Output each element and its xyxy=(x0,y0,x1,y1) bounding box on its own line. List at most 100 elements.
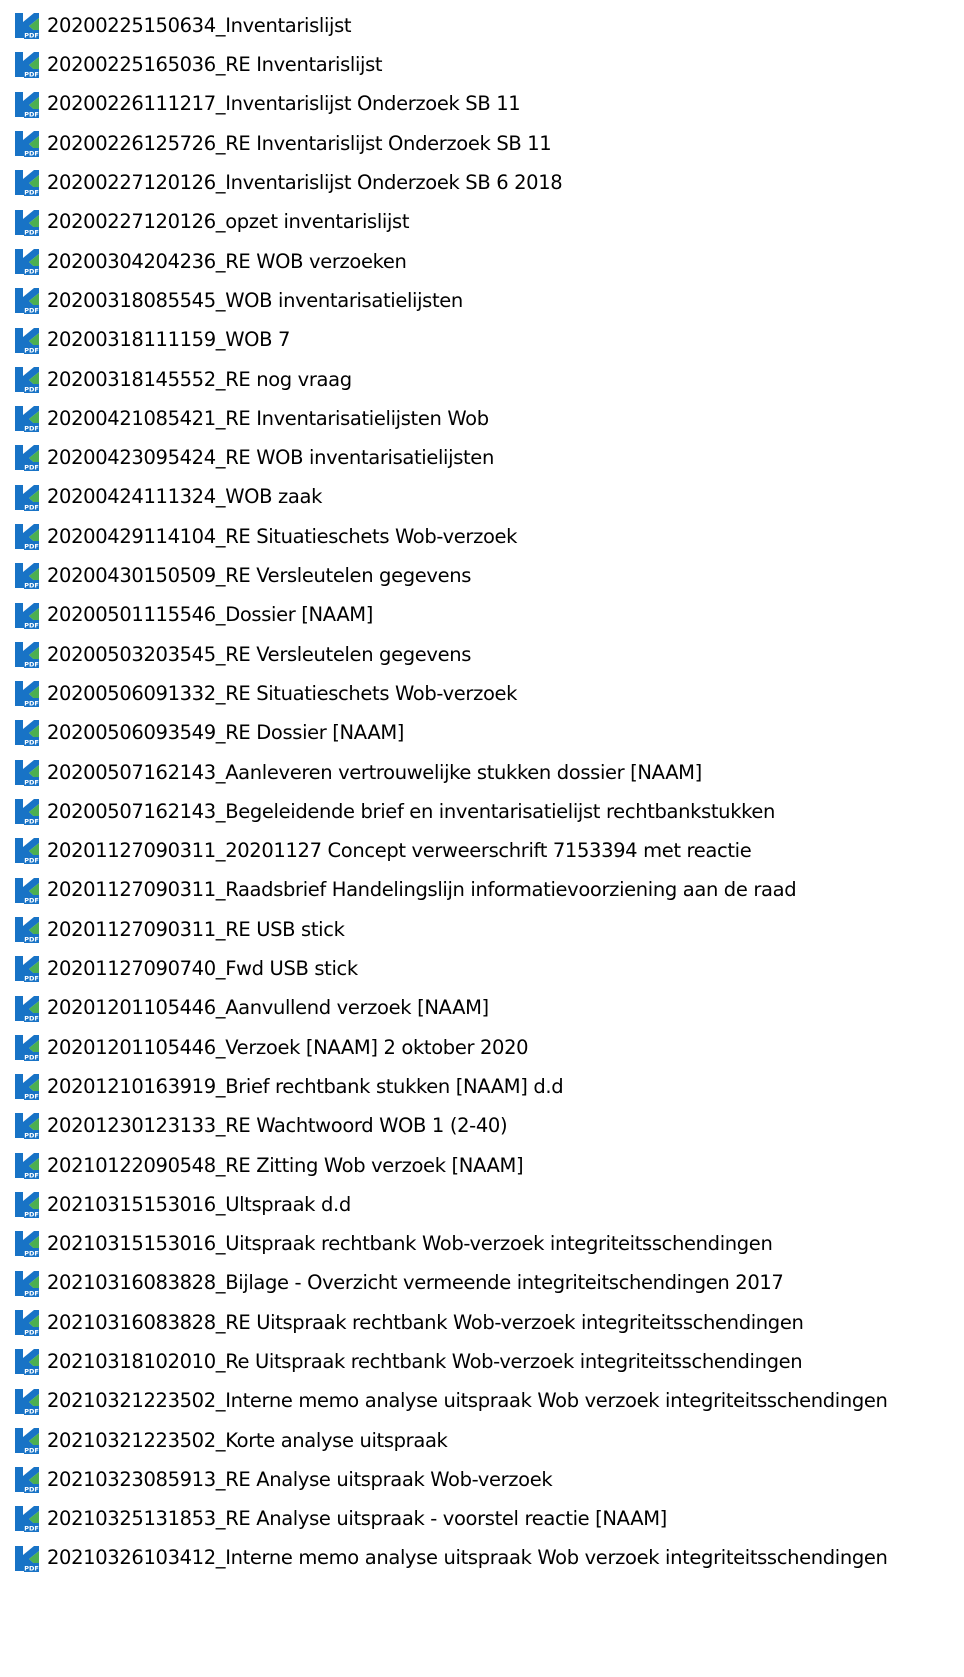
svg-text:PDF: PDF xyxy=(24,1368,39,1376)
file-name: 20210321223502_Korte analyse uitspraak xyxy=(47,1428,448,1452)
file-list-item[interactable]: PDF 20200429114104_RE Situatieschets Wob… xyxy=(0,517,964,556)
file-name: 20200318085545_WOB inventarisatielijsten xyxy=(47,288,463,312)
pdf-file-icon: PDF xyxy=(12,364,41,394)
file-name: 20200503203545_RE Versleutelen gegevens xyxy=(47,642,472,666)
file-name: 20210321223502_Interne memo analyse uits… xyxy=(47,1389,888,1413)
pdf-file-icon: PDF xyxy=(12,11,41,41)
pdf-file-icon: PDF xyxy=(12,1465,41,1495)
file-list-item[interactable]: PDF 20200424111324_WOB zaak xyxy=(0,478,964,517)
file-name: 20200304204236_RE WOB verzoeken xyxy=(47,249,407,273)
file-list-item[interactable]: PDF 20200318085545_WOB inventarisatielij… xyxy=(0,281,964,320)
file-list-item[interactable]: PDF 20210321223502_Korte analyse uitspra… xyxy=(0,1421,964,1460)
file-name: 20210325131853_RE Analyse uitspraak - vo… xyxy=(47,1507,667,1531)
file-name: 20201201105446_Verzoek [NAAM] 2 oktober … xyxy=(47,1035,529,1059)
pdf-file-icon: PDF xyxy=(12,50,41,80)
file-list-item[interactable]: PDF 20200430150509_RE Versleutelen gegev… xyxy=(0,556,964,595)
file-list-item[interactable]: PDF 20210315153016_Uitspraak rechtbank W… xyxy=(0,1224,964,1263)
file-list-item[interactable]: PDF 20200227120126_opzet inventarislijst xyxy=(0,202,964,241)
file-list-item[interactable]: PDF 20201127090311_Raadsbrief Handelings… xyxy=(0,871,964,910)
file-list-item[interactable]: PDF 20201127090311_RE USB stick xyxy=(0,910,964,949)
file-list-item[interactable]: PDF 20200304204236_RE WOB verzoeken xyxy=(0,242,964,281)
file-list-item[interactable]: PDF 20200318145552_RE nog vraag xyxy=(0,360,964,399)
file-name: 20210326103412_Interne memo analyse uits… xyxy=(47,1546,888,1570)
svg-text:PDF: PDF xyxy=(24,1446,39,1454)
file-list-item[interactable]: PDF 20200423095424_RE WOB inventarisatie… xyxy=(0,438,964,477)
svg-text:PDF: PDF xyxy=(24,857,39,865)
pdf-file-icon: PDF xyxy=(12,89,41,119)
svg-text:PDF: PDF xyxy=(24,896,39,904)
file-name: 20200423095424_RE WOB inventarisatielijs… xyxy=(47,446,494,470)
file-name: 20200225165036_RE Inventarislijst xyxy=(47,53,383,77)
file-list-item[interactable]: PDF 20200506091332_RE Situatieschets Wob… xyxy=(0,674,964,713)
pdf-file-icon: PDF xyxy=(12,875,41,905)
svg-text:PDF: PDF xyxy=(24,1407,39,1415)
pdf-file-icon: PDF xyxy=(12,1111,41,1141)
file-list-item[interactable]: PDF 20200226111217_Inventarislijst Onder… xyxy=(0,85,964,124)
file-list-item[interactable]: PDF 20210122090548_RE Zitting Wob verzoe… xyxy=(0,1146,964,1185)
pdf-file-icon: PDF xyxy=(12,286,41,316)
file-list-item[interactable]: PDF 20201230123133_RE Wachtwoord WOB 1 (… xyxy=(0,1106,964,1145)
file-list-item[interactable]: PDF 20201201105446_Verzoek [NAAM] 2 okto… xyxy=(0,1028,964,1067)
file-name: 20210315153016_Ultspraak d.d xyxy=(47,1192,351,1216)
svg-text:PDF: PDF xyxy=(24,307,39,315)
file-name: 20200421085421_RE Inventarisatielijsten … xyxy=(47,406,489,430)
file-name: 20201127090311_Raadsbrief Handelingslijn… xyxy=(47,878,797,902)
file-list-item[interactable]: PDF 20200318111159_WOB 7 xyxy=(0,320,964,359)
file-list-item[interactable]: PDF 20200226125726_RE Inventarislijst On… xyxy=(0,124,964,163)
file-name: 20210318102010_Re Uitspraak rechtbank Wo… xyxy=(47,1349,803,1373)
file-name: 20200226125726_RE Inventarislijst Onderz… xyxy=(47,131,552,155)
pdf-file-icon: PDF xyxy=(12,836,41,866)
file-list-item[interactable]: PDF 20200227120126_Inventarislijst Onder… xyxy=(0,163,964,202)
file-list-item[interactable]: PDF 20200501115546_Dossier [NAAM] xyxy=(0,595,964,634)
pdf-file-icon: PDF xyxy=(12,1229,41,1259)
file-name: 20200227120126_Inventarislijst Onderzoek… xyxy=(47,171,563,195)
file-list-item[interactable]: PDF 20201127090740_Fwd USB stick xyxy=(0,949,964,988)
pdf-file-icon: PDF xyxy=(12,1504,41,1534)
file-name: 20200429114104_RE Situatieschets Wob-ver… xyxy=(47,524,518,548)
file-list-item[interactable]: PDF 20210321223502_Interne memo analyse … xyxy=(0,1381,964,1420)
file-name: 20200424111324_WOB zaak xyxy=(47,485,323,509)
file-name: 20200318145552_RE nog vraag xyxy=(47,367,352,391)
file-name: 20201201105446_Aanvullend verzoek [NAAM] xyxy=(47,996,489,1020)
file-list-item[interactable]: PDF 20201201105446_Aanvullend verzoek [N… xyxy=(0,988,964,1027)
svg-text:PDF: PDF xyxy=(24,424,39,432)
file-list: PDF 20200225150634_Inventarislijst PDF 2… xyxy=(0,6,964,1578)
file-list-item[interactable]: PDF 20210326103412_Interne memo analyse … xyxy=(0,1539,964,1578)
file-name: 20200226111217_Inventarislijst Onderzoek… xyxy=(47,92,521,116)
file-name: 20210316083828_Bijlage - Overzicht verme… xyxy=(47,1271,784,1295)
pdf-file-icon: PDF xyxy=(12,914,41,944)
pdf-file-icon: PDF xyxy=(12,718,41,748)
file-list-item[interactable]: PDF 20200421085421_RE Inventarisatielijs… xyxy=(0,399,964,438)
pdf-file-icon: PDF xyxy=(12,679,41,709)
pdf-file-icon: PDF xyxy=(12,954,41,984)
file-list-item[interactable]: PDF 20200225150634_Inventarislijst xyxy=(0,6,964,45)
pdf-file-icon: PDF xyxy=(12,404,41,434)
file-list-item[interactable]: PDF 20200225165036_RE Inventarislijst xyxy=(0,45,964,84)
file-list-item[interactable]: PDF 20210316083828_RE Uitspraak rechtban… xyxy=(0,1303,964,1342)
file-name: 20200318111159_WOB 7 xyxy=(47,328,291,352)
svg-text:PDF: PDF xyxy=(24,71,39,79)
file-list-item[interactable]: PDF 20200507162143_Begeleidende brief en… xyxy=(0,792,964,831)
file-list-item[interactable]: PDF 20210323085913_RE Analyse uitspraak … xyxy=(0,1460,964,1499)
file-name: 20210316083828_RE Uitspraak rechtbank Wo… xyxy=(47,1310,804,1334)
file-list-item[interactable]: PDF 20200503203545_RE Versleutelen gegev… xyxy=(0,635,964,674)
file-list-item[interactable]: PDF 20201210163919_Brief rechtbank stukk… xyxy=(0,1067,964,1106)
file-list-item[interactable]: PDF 20210318102010_Re Uitspraak rechtban… xyxy=(0,1342,964,1381)
svg-text:PDF: PDF xyxy=(24,189,39,197)
svg-text:PDF: PDF xyxy=(24,1564,39,1572)
pdf-file-icon: PDF xyxy=(12,168,41,198)
file-list-item[interactable]: PDF 20200506093549_RE Dossier [NAAM] xyxy=(0,713,964,752)
pdf-file-icon: PDF xyxy=(12,246,41,276)
file-list-item[interactable]: PDF 20200507162143_Aanleveren vertrouwel… xyxy=(0,753,964,792)
file-list-item[interactable]: PDF 20201127090311_20201127 Concept verw… xyxy=(0,831,964,870)
file-list-item[interactable]: PDF 20210325131853_RE Analyse uitspraak … xyxy=(0,1499,964,1538)
pdf-file-icon: PDF xyxy=(12,1190,41,1220)
svg-text:PDF: PDF xyxy=(24,267,39,275)
file-list-item[interactable]: PDF 20210315153016_Ultspraak d.d xyxy=(0,1185,964,1224)
pdf-file-icon: PDF xyxy=(12,1543,41,1573)
pdf-file-icon: PDF xyxy=(12,1032,41,1062)
svg-text:PDF: PDF xyxy=(24,817,39,825)
pdf-file-icon: PDF xyxy=(12,757,41,787)
file-list-item[interactable]: PDF 20210316083828_Bijlage - Overzicht v… xyxy=(0,1264,964,1303)
svg-text:PDF: PDF xyxy=(24,699,39,707)
